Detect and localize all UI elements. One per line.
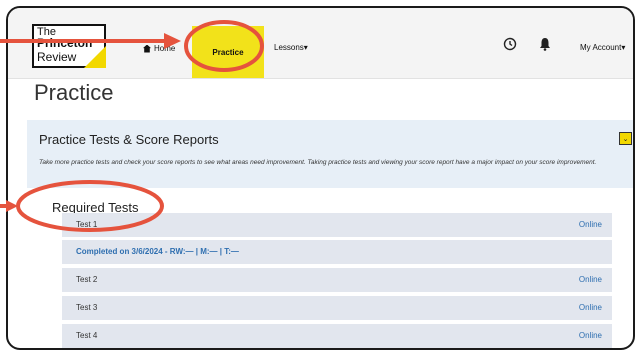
required-tests-highlight-ellipse bbox=[16, 180, 164, 232]
practice-highlight-ellipse bbox=[184, 20, 264, 72]
annotation-overlay bbox=[0, 20, 264, 232]
arrow-to-practice-icon bbox=[0, 33, 181, 49]
arrow-to-required-tests-icon bbox=[0, 200, 18, 212]
